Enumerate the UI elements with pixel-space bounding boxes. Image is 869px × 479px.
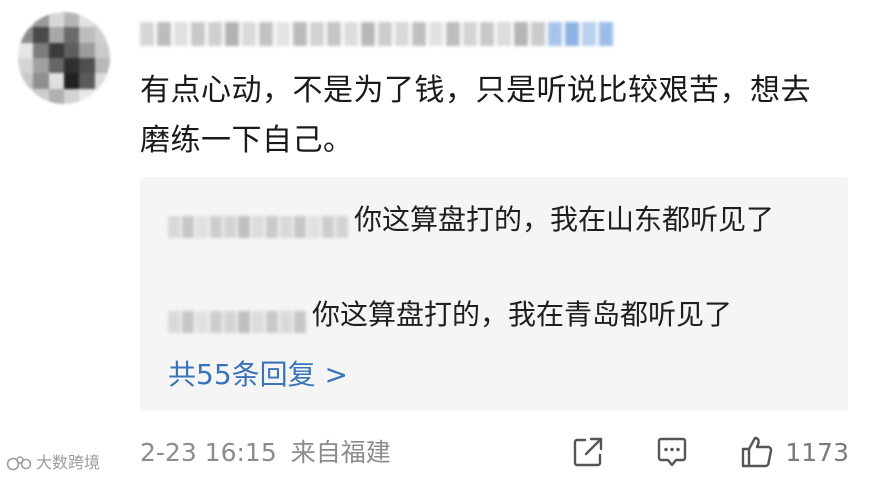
reply-item[interactable]: 你这算盘打的，我在山东都听见了 (168, 197, 828, 243)
avatar[interactable] (18, 12, 110, 104)
like-count: 1173 (785, 437, 849, 467)
watermark-text: 大数跨境 (36, 453, 101, 472)
comment-date: 2-23 16:15 (140, 438, 277, 467)
like-button[interactable]: 1173 (739, 434, 849, 470)
share-icon (574, 437, 603, 467)
reply-text: 你这算盘打的，我在山东都听见了 (354, 203, 775, 236)
like-icon (742, 436, 773, 468)
comment-button[interactable] (655, 435, 689, 469)
comment-location: 来自福建 (290, 438, 391, 467)
comment-actions: 1173 (521, 432, 849, 472)
watermark-logo-icon (6, 456, 32, 471)
username-blurred[interactable] (140, 22, 613, 46)
comment-icon (658, 437, 687, 467)
more-replies-link[interactable]: 共55条回复 > (168, 353, 348, 397)
comment-meta: 2-23 16:15 来自福建 (140, 436, 391, 470)
share-button[interactable] (571, 435, 605, 469)
comment-text: 有点心动，不是为了钱，只是听说比较艰苦，想去磨练一下自己。 (140, 73, 811, 158)
reply-item[interactable]: 你这算盘打的，我在青岛都听见了 (168, 292, 828, 338)
reply-text: 你这算盘打的，我在青岛都听见了 (312, 298, 733, 331)
reply-username-blurred[interactable] (168, 206, 350, 238)
reply-username-blurred[interactable] (168, 301, 308, 333)
watermark: 大数跨境 (6, 452, 100, 474)
replies-box[interactable]: 你这算盘打的，我在山东都听见了 你这算盘打的，我在青岛都听见了 共55条回复 > (140, 177, 848, 411)
